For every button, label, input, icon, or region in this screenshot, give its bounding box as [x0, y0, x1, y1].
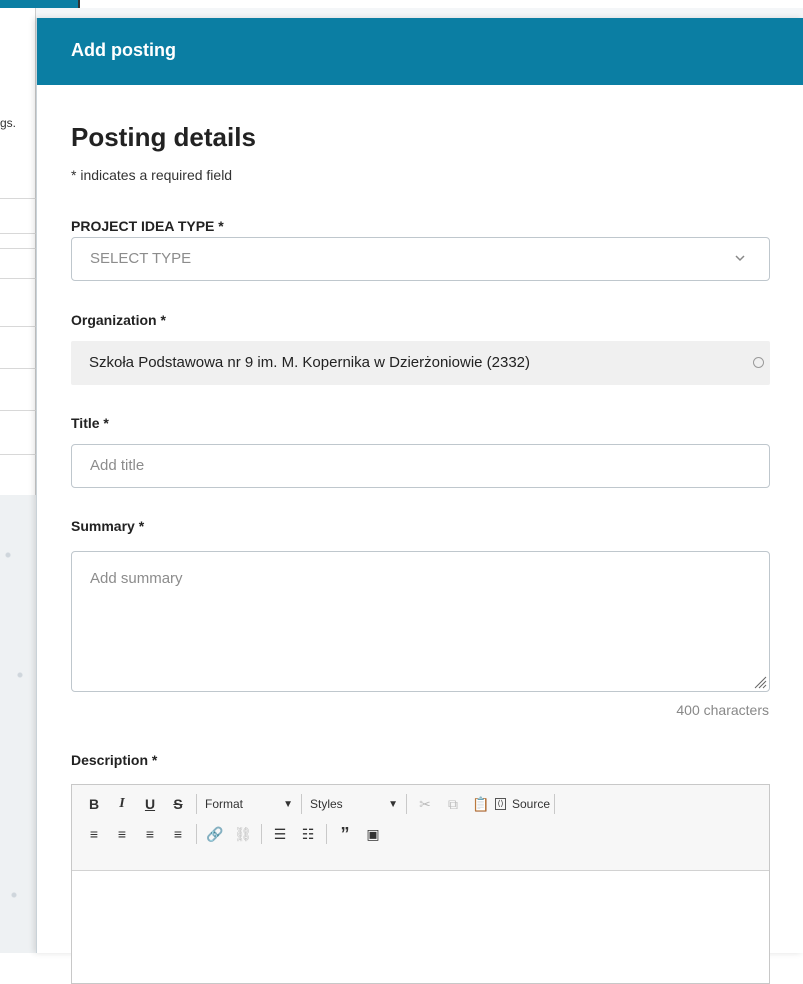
- modal-title: Add posting: [71, 40, 176, 60]
- dropdown-arrow-icon: ▼: [283, 798, 293, 810]
- organization-value: Szkoła Podstawowa nr 9 im. M. Kopernika …: [89, 354, 531, 371]
- summary-textarea[interactable]: Add summary: [71, 551, 770, 692]
- align-center-icon[interactable]: ≡: [108, 822, 136, 846]
- background-divider: [0, 326, 36, 327]
- editor-toolbar: B I U S Format ▼ Styles ▼ ✂ ⧉ 📋 ⟨⟩ Sourc…: [72, 785, 769, 871]
- toolbar-separator: [406, 794, 407, 814]
- chevron-down-icon: [735, 255, 745, 262]
- image-icon[interactable]: ▣: [359, 822, 387, 846]
- project-type-select[interactable]: SELECT TYPE: [71, 237, 770, 281]
- background-panel: gs.: [0, 8, 36, 495]
- project-type-label: PROJECT IDEA TYPE *: [71, 218, 224, 234]
- toolbar-separator: [196, 794, 197, 814]
- title-input[interactable]: Add title: [71, 444, 770, 488]
- summary-placeholder: Add summary: [90, 570, 183, 587]
- toolbar-row-1: B I U S Format ▼ Styles ▼ ✂ ⧉ 📋 ⟨⟩ Sourc…: [80, 789, 761, 819]
- unlink-icon[interactable]: ⛓: [229, 822, 257, 846]
- radio-indicator-icon: [753, 357, 764, 368]
- italic-button[interactable]: I: [108, 792, 136, 816]
- toolbar-separator: [554, 794, 556, 814]
- toolbar-separator: [196, 824, 197, 844]
- numbered-list-icon[interactable]: ☷: [294, 822, 322, 846]
- background-divider: [0, 278, 36, 279]
- resize-handle-icon[interactable]: [751, 673, 767, 689]
- format-dropdown[interactable]: Format ▼: [201, 792, 297, 816]
- description-editor: B I U S Format ▼ Styles ▼ ✂ ⧉ 📋 ⟨⟩ Sourc…: [71, 784, 770, 984]
- background-divider: [0, 198, 36, 199]
- source-label: Source: [512, 797, 551, 811]
- source-icon: ⟨⟩: [495, 798, 506, 810]
- bold-button[interactable]: B: [80, 792, 108, 816]
- dropdown-arrow-icon: ▼: [388, 798, 398, 810]
- title-placeholder: Add title: [90, 457, 145, 474]
- format-label: Format: [205, 797, 244, 811]
- toolbar-separator: [261, 824, 262, 844]
- background-top-line: [78, 0, 803, 8]
- organization-field[interactable]: Szkoła Podstawowa nr 9 im. M. Kopernika …: [71, 341, 770, 385]
- copy-icon[interactable]: ⧉: [439, 792, 467, 816]
- organization-label: Organization *: [71, 312, 166, 328]
- styles-dropdown[interactable]: Styles ▼: [306, 792, 402, 816]
- bulleted-list-icon[interactable]: ☰: [266, 822, 294, 846]
- link-icon[interactable]: 🔗: [201, 822, 229, 846]
- background-divider: [0, 410, 36, 411]
- background-divider: [0, 248, 36, 249]
- align-left-icon[interactable]: ≡: [80, 822, 108, 846]
- project-type-value: SELECT TYPE: [90, 250, 192, 267]
- justify-icon[interactable]: ≡: [164, 822, 192, 846]
- section-title: Posting details: [71, 122, 256, 152]
- source-button[interactable]: ⟨⟩ Source: [495, 792, 550, 816]
- background-divider: [0, 368, 36, 369]
- summary-label: Summary *: [71, 518, 145, 534]
- background-text-fragment: gs.: [0, 116, 17, 130]
- background-divider: [0, 454, 36, 455]
- blockquote-icon[interactable]: ”: [331, 822, 359, 846]
- background-header-bar: [0, 0, 78, 8]
- underline-button[interactable]: U: [136, 792, 164, 816]
- strikethrough-button[interactable]: S: [164, 792, 192, 816]
- toolbar-separator: [301, 794, 302, 814]
- paste-icon[interactable]: 📋: [467, 792, 495, 816]
- toolbar-separator: [326, 824, 327, 844]
- add-posting-modal: Add posting Posting details * indicates …: [36, 18, 803, 984]
- toolbar-row-2: ≡ ≡ ≡ ≡ 🔗 ⛓ ☰ ☷ ” ▣: [80, 819, 761, 849]
- title-label: Title *: [71, 415, 109, 431]
- background-divider: [0, 233, 36, 234]
- modal-header: Add posting: [37, 18, 803, 85]
- styles-label: Styles: [310, 797, 343, 811]
- background-map: [0, 495, 36, 953]
- align-right-icon[interactable]: ≡: [136, 822, 164, 846]
- cut-icon[interactable]: ✂: [411, 792, 439, 816]
- description-label: Description *: [71, 752, 158, 768]
- summary-char-count: 400 characters: [676, 702, 769, 718]
- required-field-note: * indicates a required field: [71, 167, 233, 183]
